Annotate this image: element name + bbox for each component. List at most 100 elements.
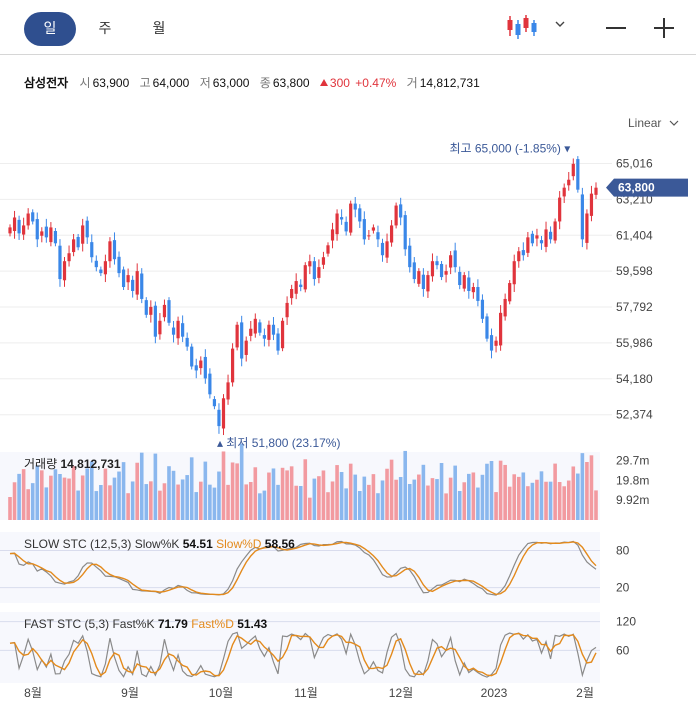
candle-body (535, 235, 539, 239)
volume-bar (39, 470, 44, 520)
candle-body (526, 237, 530, 253)
volume-bar (208, 484, 212, 520)
candle-body (367, 235, 371, 237)
volume-bar (439, 463, 444, 520)
candle-body (489, 335, 494, 351)
volume-bar (535, 479, 539, 520)
candle-body (85, 220, 89, 238)
volume-bar (457, 491, 462, 520)
candle-body (117, 256, 121, 274)
candle-body (290, 289, 294, 299)
volume-bar (339, 472, 344, 520)
candle-body (71, 239, 76, 253)
price-tick-label: 65,016 (616, 157, 653, 171)
volume-bar (44, 487, 49, 520)
candle-body (140, 273, 144, 299)
volume-bar (312, 478, 317, 520)
candle-body (267, 324, 271, 340)
volume-bar (394, 479, 398, 520)
price-tick-label: 52,374 (616, 408, 653, 422)
candle-body (276, 333, 280, 351)
volume-bar (308, 497, 312, 520)
candle-body (40, 231, 44, 236)
volume-bar (417, 474, 421, 520)
volume-bar (371, 474, 376, 520)
candle-body (458, 271, 462, 286)
volume-bar (407, 484, 412, 520)
candle-body (167, 300, 171, 323)
volume-bar (444, 493, 448, 520)
candle-body (217, 409, 221, 427)
candle-body (485, 316, 489, 339)
volume-bar (271, 468, 276, 520)
volume-bar (62, 477, 67, 520)
volume-bar (194, 492, 199, 520)
volume-tick-label: 9.92m (616, 493, 649, 507)
candle-body (512, 261, 516, 285)
volume-bar (67, 478, 71, 520)
volume-bar (248, 482, 253, 520)
volume-bar (244, 484, 249, 520)
candle-body (508, 283, 512, 302)
candle-body (340, 217, 344, 220)
volume-bar (239, 443, 244, 520)
volume-bar (557, 482, 562, 520)
candle-body (62, 261, 67, 281)
candle-body (530, 233, 535, 244)
volume-bar (471, 472, 476, 520)
candle-body (580, 194, 584, 240)
volume-bar (571, 466, 576, 520)
volume-bar (176, 484, 180, 520)
candle-body (208, 373, 212, 395)
volume-bar (544, 481, 548, 520)
volume-bar (30, 483, 35, 520)
candle-body (317, 267, 321, 278)
candle-body (171, 327, 176, 335)
candle-body (240, 322, 244, 359)
volume-bar (526, 486, 530, 520)
price-chart[interactable]: 80 20 SLOW STC (12,5,3) Slow%K 54.51 Slow%… (0, 0, 696, 715)
volume-bar (253, 467, 258, 520)
candle-body (480, 299, 485, 319)
candle-body (226, 382, 230, 400)
volume-tick-label: 29.7m (616, 454, 649, 468)
candle-body (358, 208, 362, 222)
candle-body (194, 365, 198, 371)
volume-bar (448, 477, 453, 520)
volume-bar (153, 453, 158, 520)
volume-bar (503, 464, 507, 520)
candle-body (403, 215, 407, 250)
candle-body (444, 271, 448, 275)
candle-body (203, 356, 207, 379)
volume-bar (167, 466, 171, 520)
candle-body (499, 312, 503, 346)
volume-bar (512, 474, 517, 520)
candle-body (22, 225, 26, 235)
volume-bar (576, 473, 580, 520)
volume-bar (126, 493, 130, 520)
volume-bar (258, 493, 262, 520)
price-tick-label: 54,180 (616, 372, 653, 386)
volume-tick-label: 19.8m (616, 473, 649, 487)
volume-bar (230, 462, 235, 520)
volume-bar (226, 484, 230, 520)
candle-body (149, 306, 153, 315)
volume-bar (357, 491, 362, 520)
volume-bar (94, 491, 99, 520)
candle-body (249, 328, 253, 336)
candle-body (426, 275, 430, 292)
volume-bar (99, 485, 103, 520)
volume-bar (289, 466, 294, 520)
volume-bar (80, 475, 85, 520)
volume-bar (17, 473, 21, 520)
candle-body (453, 250, 457, 268)
candle-body (467, 277, 471, 291)
volume-bar (262, 490, 267, 520)
candle-body (49, 227, 53, 243)
volume-bar (480, 474, 485, 520)
candle-body (199, 360, 203, 369)
candle-body (421, 274, 425, 290)
candle-body (562, 187, 566, 197)
candle-body (389, 225, 394, 243)
candle-body (385, 241, 389, 258)
